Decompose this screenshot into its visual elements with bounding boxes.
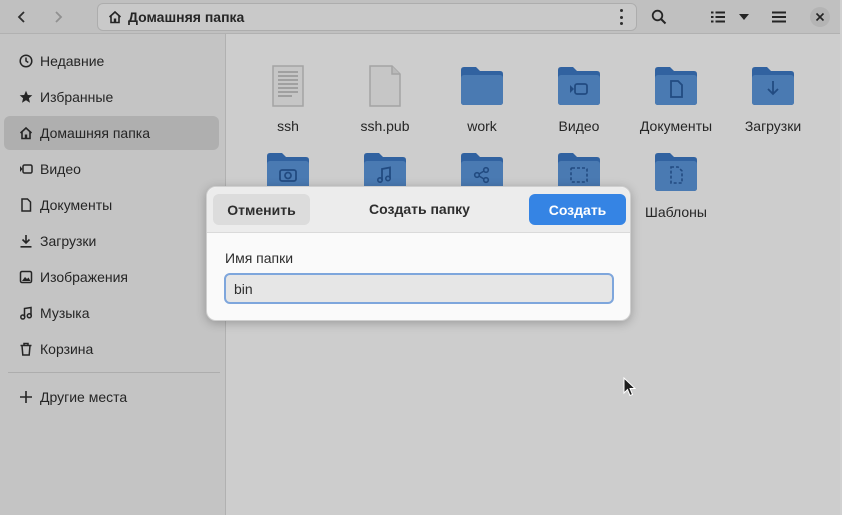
cancel-button[interactable]: Отменить <box>213 194 310 225</box>
create-folder-dialog: Отменить Создать папку Создать Имя папки <box>206 186 631 321</box>
dialog-header: Отменить Создать папку Создать <box>207 187 630 233</box>
create-button[interactable]: Создать <box>529 194 626 225</box>
folder-name-input[interactable] <box>224 273 614 304</box>
dialog-title: Создать папку <box>369 201 470 217</box>
mouse-pointer-icon <box>623 377 637 397</box>
folder-name-label: Имя папки <box>225 250 294 266</box>
